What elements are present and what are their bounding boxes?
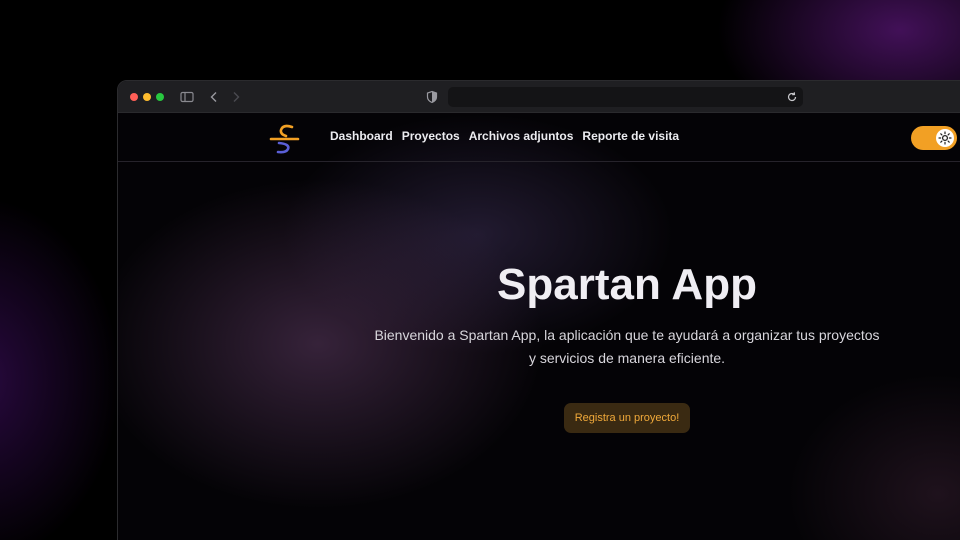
nav-link-archivos-adjuntos[interactable]: Archivos adjuntos [469, 129, 574, 143]
browser-titlebar [118, 81, 960, 113]
browser-window: Dashboard Proyectos Archivos adjuntos Re… [117, 80, 960, 540]
sun-icon [938, 131, 952, 145]
hero-description: Bienvenido a Spartan App, la aplicación … [374, 327, 880, 366]
maximize-window-button[interactable] [156, 93, 164, 101]
forward-icon[interactable] [228, 89, 244, 105]
sidebar-icon[interactable] [179, 89, 195, 105]
nav-link-dashboard[interactable]: Dashboard [330, 129, 393, 143]
theme-toggle[interactable] [911, 126, 957, 150]
nav-links: Dashboard Proyectos Archivos adjuntos Re… [330, 129, 679, 143]
hero-title: Spartan App [497, 260, 757, 309]
register-project-button[interactable]: Registra un proyecto! [564, 403, 690, 433]
nav-link-proyectos[interactable]: Proyectos [402, 129, 460, 143]
close-window-button[interactable] [130, 93, 138, 101]
site-navbar: Dashboard Proyectos Archivos adjuntos Re… [118, 114, 960, 162]
reload-icon[interactable] [785, 90, 799, 104]
theme-toggle-knob [936, 129, 954, 147]
minimize-window-button[interactable] [143, 93, 151, 101]
nav-link-reporte-de-visita[interactable]: Reporte de visita [582, 129, 679, 143]
address-bar[interactable] [448, 87, 803, 107]
spartan-logo[interactable] [268, 122, 302, 156]
page-content: Dashboard Proyectos Archivos adjuntos Re… [118, 114, 960, 540]
back-icon[interactable] [206, 89, 222, 105]
shield-icon [426, 90, 438, 104]
